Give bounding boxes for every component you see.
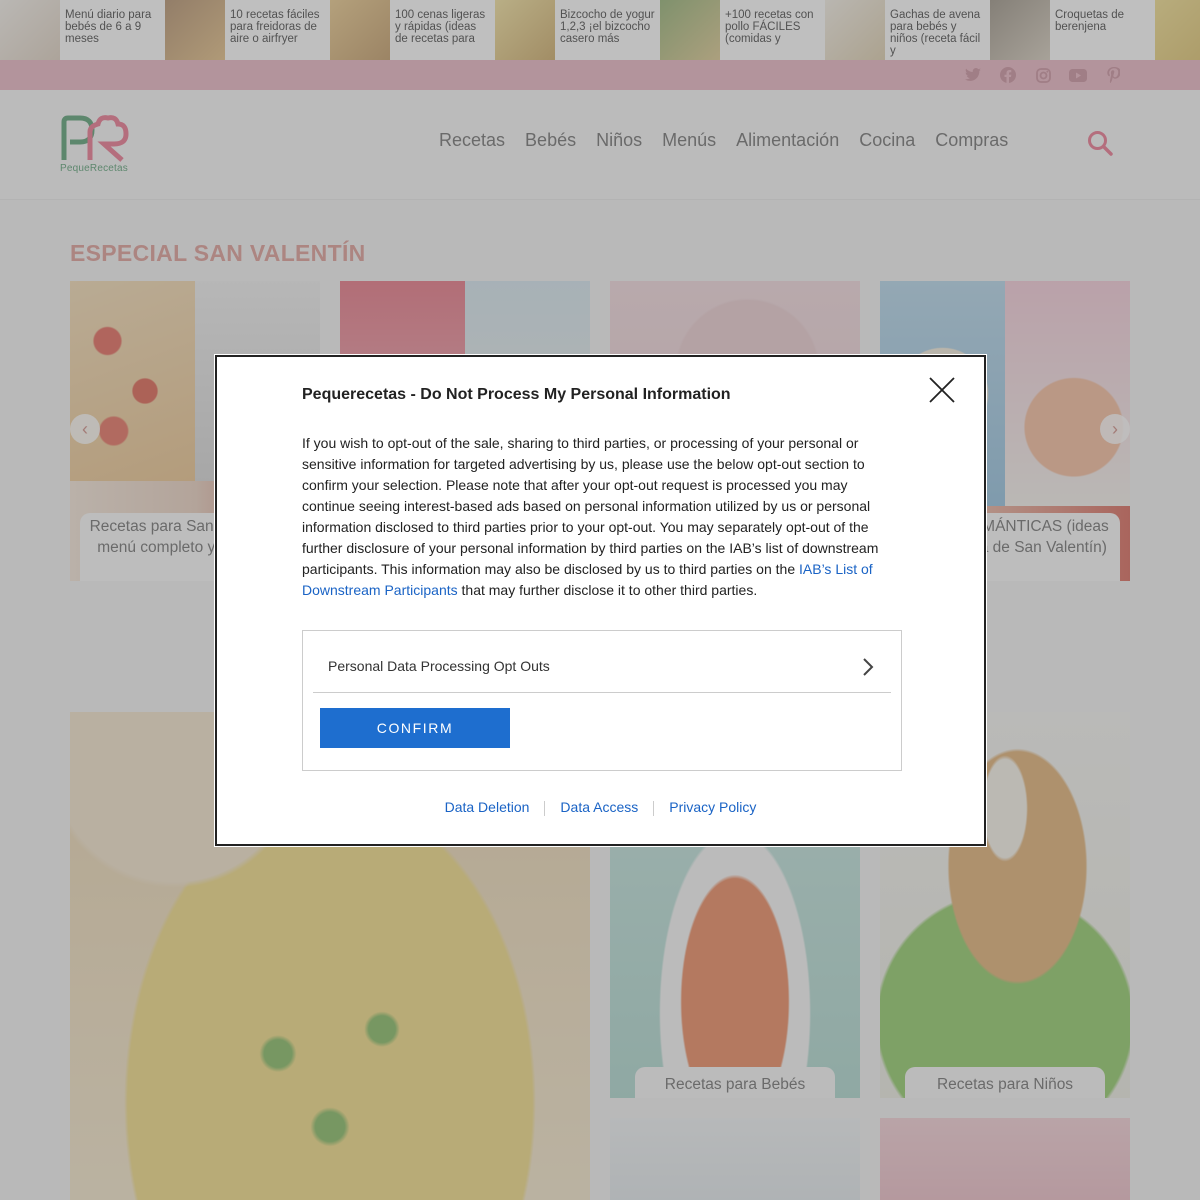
opt-out-row[interactable]: Personal Data Processing Opt Outs	[313, 631, 891, 693]
dialog-body-end: that may further disclose it to other th…	[457, 582, 758, 598]
dialog-body: If you wish to opt-out of the sale, shar…	[302, 433, 892, 601]
data-access-link[interactable]: Data Access	[545, 799, 653, 816]
opt-out-label: Personal Data Processing Opt Outs	[328, 658, 550, 674]
privacy-policy-link[interactable]: Privacy Policy	[654, 799, 771, 816]
close-icon[interactable]	[928, 376, 956, 404]
opt-out-panel: Personal Data Processing Opt Outs CONFIR…	[302, 630, 902, 771]
dialog-body-text: If you wish to opt-out of the sale, shar…	[302, 435, 879, 577]
privacy-opt-out-dialog: Pequerecetas - Do Not Process My Persona…	[215, 355, 986, 846]
chevron-right-icon	[861, 657, 875, 677]
dialog-footer-links: Data Deletion Data Access Privacy Policy	[217, 799, 984, 816]
confirm-button[interactable]: CONFIRM	[320, 708, 510, 748]
dialog-title: Pequerecetas - Do Not Process My Persona…	[302, 386, 731, 403]
data-deletion-link[interactable]: Data Deletion	[430, 799, 545, 816]
